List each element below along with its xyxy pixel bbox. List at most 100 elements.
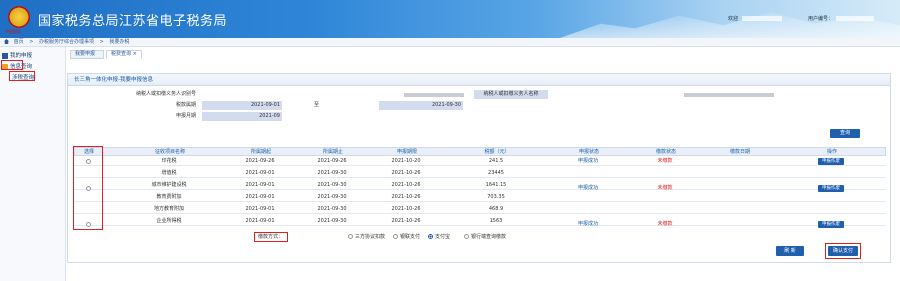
- emblem-caption: 中国税务: [5, 29, 21, 34]
- void-declaration-button[interactable]: 申报作废: [818, 185, 844, 192]
- cell-amount: 1641.15: [485, 182, 507, 188]
- cell-deadline: 2021-10-26: [391, 182, 421, 188]
- payment-option-alipay[interactable]: 支付宝: [428, 232, 450, 242]
- cell-amount: 468.9: [488, 206, 504, 212]
- col-deadline: 申报期限: [396, 149, 417, 155]
- table-row: 增值税 2021-09-01 2021-09-30 2021-10-26 23445: [74, 169, 886, 178]
- cell-deadline: 2021-10-20: [391, 158, 421, 164]
- cell-deadline: 2021-10-26: [391, 170, 421, 176]
- cell-end: 2021-09-30: [317, 194, 347, 200]
- tab-declare[interactable]: 我要申报: [70, 50, 104, 59]
- declare-month-row: 申报月期 2021-09: [74, 112, 886, 121]
- payment-option-label: 三方协议扣款: [355, 234, 386, 240]
- radio-icon[interactable]: [348, 234, 353, 239]
- cell-start: 2021-09-01: [245, 218, 275, 224]
- sidebar: 我的申报 信息查询 涉税查询: [0, 47, 66, 281]
- cell-end: 2021-09-30: [317, 218, 347, 224]
- cell-start: 2021-09-01: [245, 182, 275, 188]
- highlight-box: [825, 243, 861, 259]
- breadcrumb-current[interactable]: 我要办税: [109, 39, 129, 45]
- sidebar-item-label: 我的申报: [10, 53, 33, 59]
- cell-end: 2021-09-30: [317, 206, 347, 212]
- breadcrumb: 首页 > 办税服务厅综合办理事项 > 我要办税: [0, 38, 900, 47]
- col-declare-status: 申报状态: [578, 149, 599, 155]
- cell-end: 2021-09-26: [317, 158, 347, 164]
- pay-status: 未缴款: [657, 158, 673, 164]
- table-row: 印花税 2021-09-26 2021-09-26 2021-10-20 241.5: [74, 157, 886, 166]
- declare-status: 申报成功: [577, 158, 598, 164]
- highlight-box: [73, 146, 103, 230]
- cell-start: 2021-09-01: [245, 206, 275, 212]
- period-to-label: 至: [314, 102, 320, 108]
- cell-amount: 241.5: [488, 158, 504, 164]
- radio-icon[interactable]: [464, 234, 469, 239]
- cell-start: 2021-09-01: [245, 170, 275, 176]
- cell-end: 2021-09-30: [317, 182, 347, 188]
- tax-emblem-icon: [8, 6, 30, 28]
- void-declaration-button[interactable]: 申报作废: [818, 221, 844, 228]
- declare-month-field[interactable]: 2021-09: [202, 112, 282, 121]
- cell-name: 增值税: [161, 170, 177, 176]
- table-row: 地方教育附加 2021-09-01 2021-09-30 2021-10-26 468.…: [74, 205, 886, 214]
- cell-name: 教育费附加: [156, 194, 182, 200]
- col-amount: 税额（元）: [484, 149, 510, 155]
- col-pay-date: 缴款日期: [729, 149, 750, 155]
- taxpayer-id-label: 纳税人或扣缴义务人识别号: [135, 91, 196, 97]
- payment-option-label: 银联支付: [400, 234, 421, 240]
- period-end-field[interactable]: 2021-09-30: [379, 101, 463, 110]
- payment-option-label: 支付宝: [435, 234, 451, 240]
- payment-option-label: 银行端查询缴款: [471, 234, 507, 240]
- table-row: 教育费附加 2021-09-01 2021-09-30 2021-10-26 703.3…: [74, 193, 886, 202]
- cell-deadline: 2021-10-26: [391, 206, 421, 212]
- col-pay-status: 缴款状态: [655, 149, 676, 155]
- breadcrumb-separator: >: [99, 39, 104, 45]
- pay-status: 未缴款: [657, 185, 673, 191]
- site-header: 中国税务 国家税务总局江苏省电子税务局 欢迎 用户编号：: [0, 0, 900, 38]
- taxpayer-name-label: 纳税人或扣缴义务人名称: [474, 90, 548, 99]
- col-action: 操作: [826, 149, 837, 155]
- list-icon: [2, 52, 8, 59]
- radio-icon[interactable]: [393, 234, 398, 239]
- sidebar-item-declare[interactable]: 我的申报: [2, 51, 32, 59]
- cell-name: 地方教育附加: [153, 206, 184, 212]
- cell-amount: 1563: [489, 218, 503, 224]
- cell-start: 2021-09-01: [245, 194, 275, 200]
- void-declaration-button[interactable]: 申报作废: [818, 158, 844, 165]
- cell-deadline: 2021-10-26: [391, 218, 421, 224]
- highlight-box: [1, 60, 23, 70]
- payment-option-bank[interactable]: 银行端查询缴款: [464, 232, 506, 242]
- cell-start: 2021-09-26: [245, 158, 275, 164]
- refresh-button[interactable]: 刷 新: [776, 246, 804, 256]
- breadcrumb-service[interactable]: 办税服务厅综合办理事项: [39, 39, 94, 45]
- breadcrumb-separator: >: [29, 39, 34, 45]
- cell-name: 城市维护建设税: [151, 182, 187, 188]
- header-background-mountains: [560, 12, 900, 38]
- taxpayer-name-value: [684, 93, 774, 97]
- cell-amount: 23445: [488, 170, 504, 176]
- payment-option-tripartite[interactable]: 三方协议扣款: [348, 232, 385, 242]
- cell-name: 印花税: [161, 158, 177, 164]
- query-button[interactable]: 查询: [830, 129, 860, 138]
- radio-icon[interactable]: [428, 234, 433, 239]
- cell-end: 2021-09-30: [317, 170, 347, 176]
- payment-option-unionpay[interactable]: 银联支付: [393, 232, 420, 242]
- user-id: 用户编号：: [808, 15, 875, 22]
- cell-name: 企业所得税: [156, 218, 182, 224]
- period-start-field[interactable]: 2021-09-01: [202, 101, 282, 110]
- pay-status: 未缴款: [657, 221, 673, 227]
- user-greeting: 欢迎: [728, 15, 786, 22]
- period-label: 税款属期: [175, 102, 196, 108]
- taxpayer-id-value: [404, 93, 464, 97]
- cell-amount: 703.35: [487, 194, 505, 200]
- highlight-box: [254, 232, 288, 242]
- panel-title: 长三角一体化申报-我要申报信息: [68, 74, 890, 86]
- tab-tax-query[interactable]: 税费查询 ×: [106, 50, 142, 59]
- declare-month-label: 申报月期: [175, 113, 196, 119]
- declare-status: 申报成功: [577, 185, 598, 191]
- cell-deadline: 2021-10-26: [391, 194, 421, 200]
- period-row: 税款属期 2021-09-01 至 2021-09-30: [74, 101, 886, 110]
- table-row: 城市维护建设税 2021-09-01 2021-09-30 2021-10-26 164…: [74, 181, 886, 190]
- table-row: 企业所得税 2021-09-01 2021-09-30 2021-10-26 1563: [74, 217, 886, 226]
- home-icon[interactable]: [4, 39, 9, 44]
- breadcrumb-home[interactable]: 首页: [14, 39, 24, 45]
